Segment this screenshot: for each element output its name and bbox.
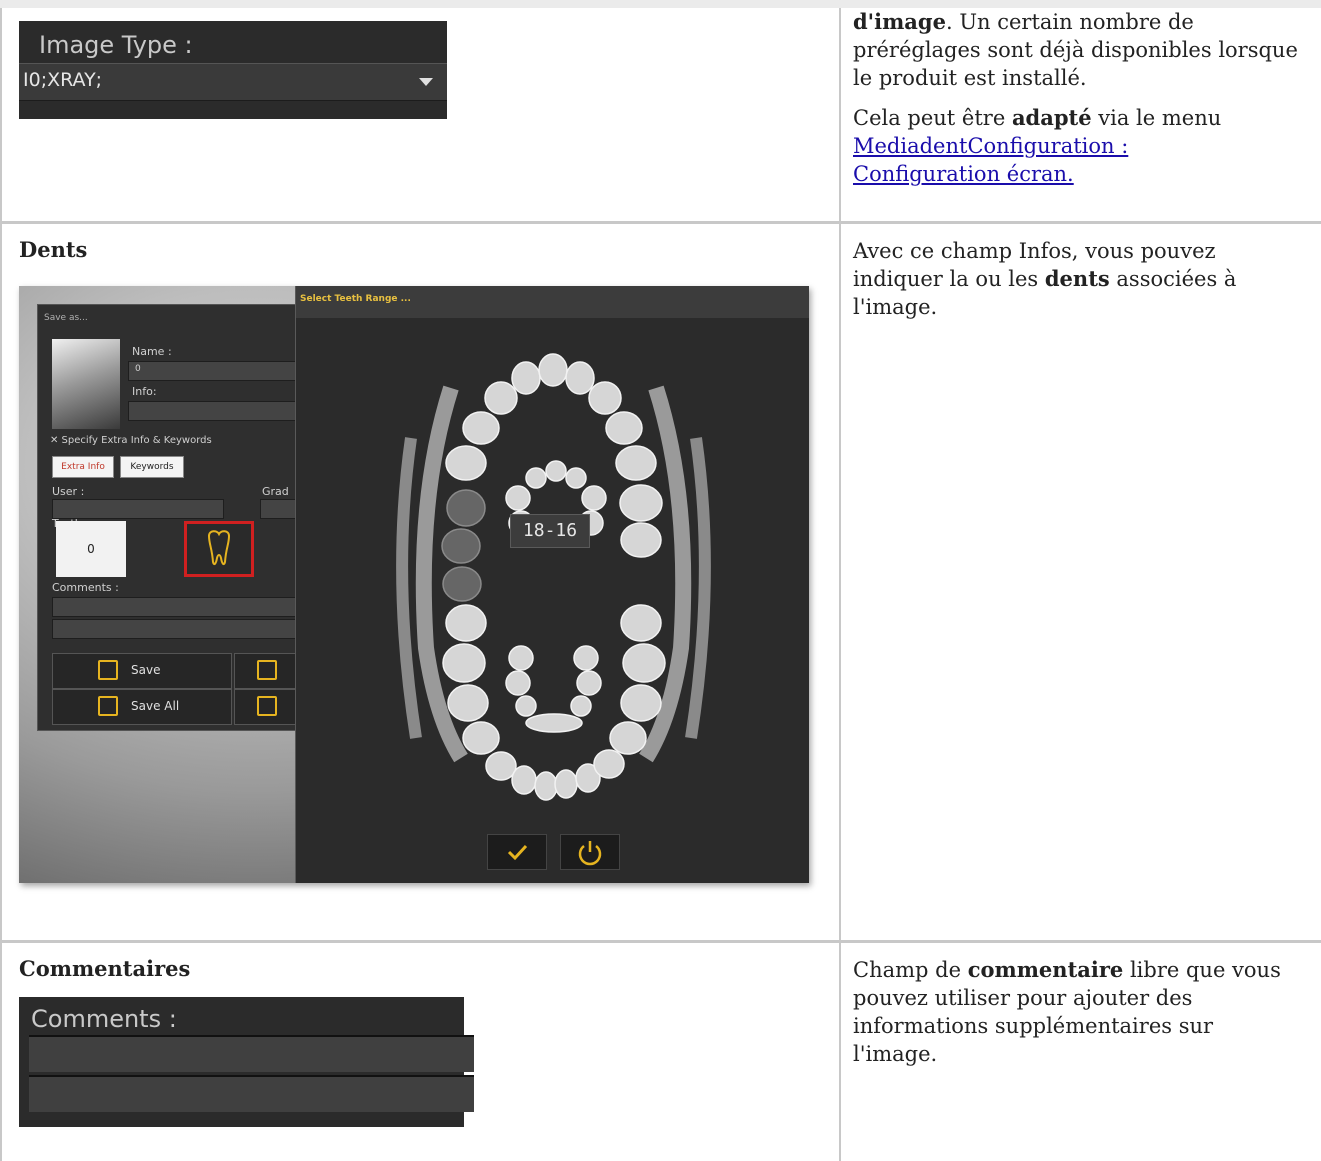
doc-table: Image Type : I0;XRAY; d'image. Un certai…: [0, 8, 1321, 1161]
comments-field-1[interactable]: [52, 597, 300, 617]
comments-field-2[interactable]: [29, 1075, 474, 1112]
save-label: Save: [131, 663, 160, 677]
grade-field[interactable]: [260, 499, 300, 519]
trash-all-icon: [257, 696, 277, 716]
comments-desc-before: Champ de: [853, 958, 968, 982]
teeth-screenshot: Save as... Name : 0 Info: ✕ Specify Extr…: [19, 286, 809, 883]
delete-all-button[interactable]: [234, 689, 300, 725]
teeth-heading: Dents: [19, 237, 87, 262]
info-field[interactable]: [128, 401, 300, 421]
trash-icon: [257, 660, 277, 680]
image-thumbnail: [52, 339, 120, 429]
image-type-label: Image Type :: [39, 31, 193, 59]
row-comments: Commentaires Comments : Champ de comment…: [1, 942, 1321, 1161]
row-image-type: Image Type : I0;XRAY; d'image. Un certai…: [1, 8, 1321, 223]
teeth-cell: Dents Save as... Name : 0 Info: ✕ Specif…: [1, 223, 840, 942]
teeth-desc-bold: dents: [1045, 266, 1110, 291]
comments-label: Comments :: [31, 1005, 177, 1033]
save-all-button[interactable]: Save All: [52, 689, 232, 725]
chevron-down-icon[interactable]: [419, 78, 433, 86]
dental-chart[interactable]: [296, 318, 809, 838]
info-label: Info:: [132, 385, 157, 398]
tooth-picker-button[interactable]: [184, 521, 254, 577]
image-type-value: I0;XRAY;: [23, 69, 102, 91]
p2-bold: adapté: [1012, 105, 1092, 130]
teeth-desc-cell: Avec ce champ Infos, vous pouvez indique…: [840, 223, 1321, 942]
confirm-button[interactable]: [487, 834, 547, 870]
comments-label-small: Comments :: [52, 581, 119, 594]
comments-heading: Commentaires: [19, 956, 190, 981]
image-type-desc: d'image. Un certain nombre de préréglage…: [841, 8, 1313, 188]
teeth-range-dialog: Select Teeth Range ...: [295, 286, 809, 883]
comments-desc-bold: commentaire: [968, 957, 1124, 982]
grade-label: Grad: [262, 485, 289, 498]
row-teeth: Dents Save as... Name : 0 Info: ✕ Specif…: [1, 223, 1321, 942]
check-icon: [488, 835, 546, 869]
comments-cell: Commentaires Comments :: [1, 942, 840, 1161]
comments-widget: Comments :: [19, 997, 464, 1127]
delete-button[interactable]: [234, 653, 300, 689]
tooth-icon: [187, 524, 251, 574]
image-type-select[interactable]: I0;XRAY;: [19, 63, 447, 101]
teeth-value-box[interactable]: 0: [56, 521, 126, 577]
close-button[interactable]: [560, 834, 620, 870]
power-icon: [561, 835, 619, 869]
teeth-range-display: 18-16: [510, 514, 590, 548]
image-type-widget: Image Type : I0;XRAY;: [19, 21, 447, 119]
user-select[interactable]: [52, 499, 224, 519]
p2-after: via le menu: [1092, 106, 1222, 130]
teeth-dialog-titlebar: Select Teeth Range ...: [296, 286, 809, 318]
comments-desc: Champ de commentaire libre que vous pouv…: [841, 943, 1303, 1068]
user-label: User :: [52, 485, 84, 498]
comments-desc-cell: Champ de commentaire libre que vous pouv…: [840, 942, 1321, 1161]
save-all-label: Save All: [131, 699, 179, 713]
desc-bold: d'image: [853, 9, 946, 34]
config-link[interactable]: MediadentConfiguration : Configuration é…: [853, 132, 1153, 188]
top-bar: [0, 0, 1321, 8]
comments-field-2[interactable]: [52, 619, 300, 639]
keywords-button[interactable]: Keywords: [120, 456, 184, 478]
save-as-dialog: Save as... Name : 0 Info: ✕ Specify Extr…: [37, 304, 301, 731]
p2-before: Cela peut être: [853, 106, 1012, 130]
extra-keywords-checkbox[interactable]: ✕ Specify Extra Info & Keywords: [50, 435, 212, 446]
save-button[interactable]: Save: [52, 653, 232, 689]
extra-info-button[interactable]: Extra Info: [52, 456, 114, 478]
image-type-desc-cell: d'image. Un certain nombre de préréglage…: [840, 8, 1321, 223]
teeth-dialog-title: Select Teeth Range ...: [300, 294, 411, 304]
save-as-title: Save as...: [44, 313, 88, 323]
teeth-desc: Avec ce champ Infos, vous pouvez indique…: [841, 224, 1303, 321]
name-field[interactable]: 0: [128, 361, 300, 381]
name-value: 0: [135, 364, 141, 374]
save-icon: [98, 660, 118, 680]
image-type-cell: Image Type : I0;XRAY;: [1, 8, 840, 223]
save-all-icon: [98, 696, 118, 716]
name-label: Name :: [132, 345, 172, 358]
comments-field-1[interactable]: [29, 1035, 474, 1072]
